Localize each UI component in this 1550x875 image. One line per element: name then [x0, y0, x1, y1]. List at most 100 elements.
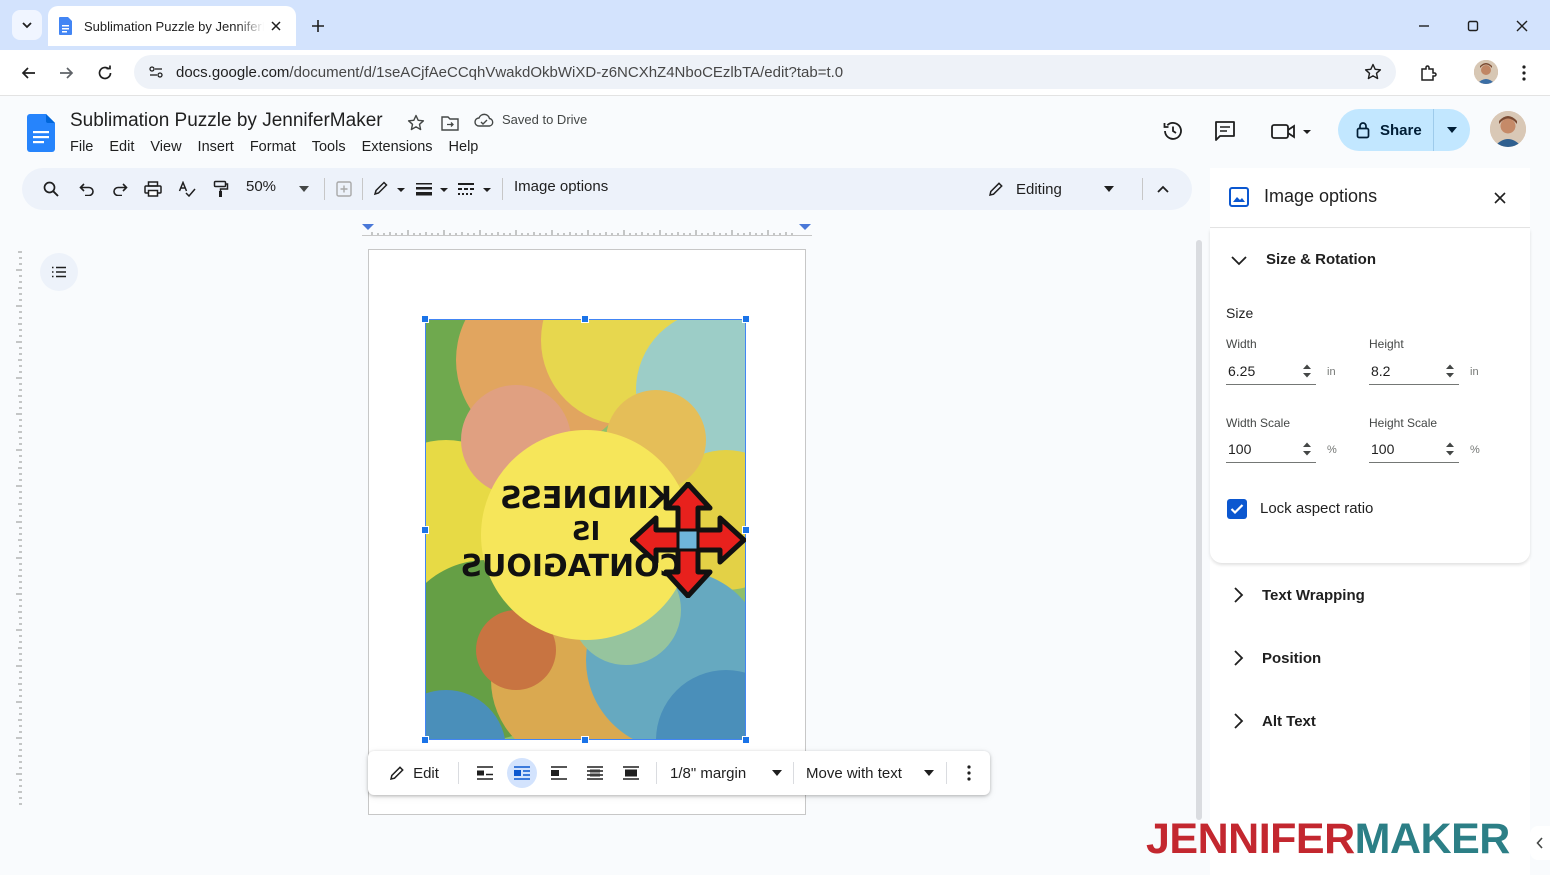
hide-menus-button[interactable] — [1152, 176, 1174, 202]
browser-tab[interactable]: Sublimation Puzzle by JenniferMaker — [48, 6, 296, 46]
width-unit: in — [1327, 366, 1336, 378]
tab-close-button[interactable] — [266, 16, 286, 36]
share-main[interactable]: Share — [1338, 109, 1434, 151]
browser-menu-button[interactable] — [1510, 59, 1538, 87]
menu-file[interactable]: File — [62, 137, 101, 157]
width-scale-input[interactable]: 100 — [1226, 435, 1316, 463]
move-folder-icon[interactable] — [439, 112, 461, 134]
menu-help[interactable]: Help — [441, 137, 487, 157]
height-input[interactable]: 8.2 — [1369, 357, 1459, 385]
resize-handle-bottom[interactable] — [581, 736, 589, 744]
menu-format[interactable]: Format — [242, 137, 304, 157]
reload-button[interactable] — [91, 59, 119, 87]
border-dash-button[interactable] — [456, 176, 494, 202]
stepper-icon[interactable] — [1445, 363, 1455, 379]
meet-button[interactable] — [1268, 116, 1314, 146]
more-options-button[interactable] — [960, 762, 978, 784]
image-options-toolbar-button[interactable]: Image options — [514, 178, 608, 195]
wrap-text-button[interactable] — [507, 758, 537, 788]
menu-view[interactable]: View — [142, 137, 189, 157]
stepper-icon[interactable] — [1445, 441, 1455, 457]
address-bar[interactable]: docs.google.com/document/d/1seACjfAeCCqh… — [134, 55, 1396, 89]
toolbar-divider — [324, 178, 325, 200]
resize-handle-top-left[interactable] — [421, 315, 429, 323]
undo-icon — [79, 183, 94, 196]
back-button[interactable] — [15, 59, 43, 87]
paint-format-button[interactable] — [208, 176, 234, 202]
zoom-value[interactable]: 50% — [246, 178, 276, 195]
add-comment-button[interactable] — [332, 176, 356, 202]
position-mode-dropdown[interactable]: Move with text — [806, 762, 934, 784]
bookmark-star-icon[interactable] — [1362, 61, 1384, 83]
horizontal-ruler[interactable] — [362, 222, 812, 236]
video-camera-icon — [1271, 124, 1311, 139]
account-avatar[interactable] — [1490, 111, 1526, 147]
vertical-ruler[interactable] — [12, 246, 22, 816]
height-scale-input[interactable]: 100 — [1369, 435, 1459, 463]
resize-handle-left[interactable] — [421, 526, 429, 534]
margin-dropdown[interactable]: 1/8" margin — [670, 762, 782, 784]
edit-label: Edit — [413, 764, 439, 782]
document-scrollbar[interactable] — [1196, 240, 1202, 820]
lock-aspect-ratio-checkbox[interactable] — [1227, 499, 1247, 519]
width-input[interactable]: 6.25 — [1226, 357, 1316, 385]
side-panel-toggle[interactable] — [1530, 826, 1550, 860]
menu-extensions[interactable]: Extensions — [354, 137, 441, 157]
lock-aspect-ratio-label[interactable]: Lock aspect ratio — [1260, 500, 1373, 517]
chevron-down-icon — [22, 22, 32, 29]
edit-image-button[interactable]: Edit — [384, 762, 444, 784]
behind-text-button[interactable] — [584, 762, 606, 784]
position-header[interactable]: Position — [1232, 649, 1321, 667]
forward-button[interactable] — [52, 59, 80, 87]
extensions-button[interactable] — [1414, 59, 1442, 87]
url-text: docs.google.com/document/d/1seACjfAeCCqh… — [176, 63, 844, 81]
stepper-icon[interactable] — [1302, 363, 1312, 379]
search-menus-button[interactable] — [38, 176, 64, 202]
alt-text-header[interactable]: Alt Text — [1232, 712, 1316, 730]
panel-close-button[interactable] — [1490, 188, 1510, 208]
search-icon — [43, 181, 59, 197]
puzzle-piece-icon — [1421, 65, 1437, 81]
size-rotation-header[interactable]: Size & Rotation — [1230, 251, 1376, 268]
close-window-button[interactable] — [1510, 14, 1534, 38]
maximize-button[interactable] — [1461, 14, 1485, 38]
resize-handle-bottom-left[interactable] — [421, 736, 429, 744]
minimize-button[interactable] — [1412, 14, 1436, 38]
zoom-dropdown[interactable] — [296, 176, 312, 202]
wrap-inline-button[interactable] — [474, 762, 496, 784]
redo-button[interactable] — [107, 176, 133, 202]
resize-handle-top-right[interactable] — [742, 315, 750, 323]
move-cursor-icon — [630, 482, 746, 598]
print-button[interactable] — [140, 176, 166, 202]
editing-mode-dropdown[interactable]: Editing — [972, 172, 1132, 206]
new-tab-button[interactable] — [306, 14, 330, 38]
menu-insert[interactable]: Insert — [190, 137, 242, 157]
document-outline-button[interactable] — [40, 253, 78, 291]
site-info-icon[interactable] — [144, 60, 168, 84]
docs-logo-icon[interactable] — [27, 114, 55, 152]
in-front-of-text-button[interactable] — [620, 762, 642, 784]
text-wrapping-header[interactable]: Text Wrapping — [1232, 586, 1365, 604]
break-text-button[interactable] — [548, 762, 570, 784]
comments-button[interactable] — [1210, 116, 1240, 146]
stepper-icon[interactable] — [1302, 441, 1312, 457]
menu-tools[interactable]: Tools — [304, 137, 354, 157]
tab-search-button[interactable] — [12, 10, 42, 40]
undo-button[interactable] — [74, 176, 100, 202]
save-status[interactable]: Saved to Drive — [474, 112, 587, 127]
menu-edit[interactable]: Edit — [101, 137, 142, 157]
saved-label: Saved to Drive — [502, 112, 588, 127]
share-label: Share — [1380, 121, 1422, 139]
image-text-line-2: IS — [572, 517, 600, 547]
share-button[interactable]: Share — [1338, 109, 1470, 151]
version-history-button[interactable] — [1158, 116, 1188, 146]
browser-profile-avatar[interactable] — [1474, 60, 1498, 84]
resize-handle-bottom-right[interactable] — [742, 736, 750, 744]
resize-handle-top[interactable] — [581, 315, 589, 323]
share-dropdown[interactable] — [1434, 127, 1470, 133]
document-title[interactable]: Sublimation Puzzle by JenniferMaker — [70, 110, 383, 132]
border-weight-button[interactable] — [414, 176, 450, 202]
spellcheck-button[interactable] — [174, 176, 200, 202]
border-color-button[interactable] — [372, 176, 408, 202]
star-icon[interactable] — [405, 112, 427, 134]
